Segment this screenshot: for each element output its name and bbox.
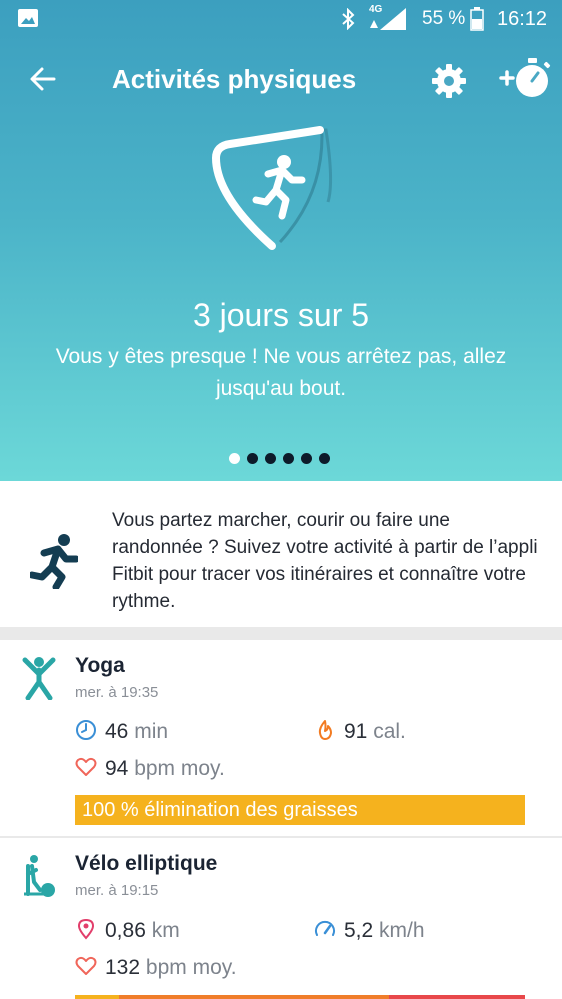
page-indicator — [229, 453, 330, 465]
activity-time: mer. à 19:35 — [75, 684, 159, 701]
calories-unit: cal. — [373, 720, 406, 743]
duration-value: 46 — [105, 720, 129, 743]
page-dot[interactable] — [301, 453, 312, 464]
location-pin-icon — [77, 918, 95, 940]
activity-card-elliptical[interactable]: Vélo elliptique mer. à 19:15 0,86 km 5,2… — [0, 838, 562, 999]
peak-zone-segment — [389, 995, 525, 999]
toolbar: Activités physiques — [0, 38, 562, 124]
running-person-icon — [30, 534, 78, 589]
distance-value: 0,86 — [105, 919, 146, 942]
heart-rate-value: 94 — [105, 757, 129, 780]
bluetooth-icon — [342, 8, 355, 30]
heart-rate-unit: bpm moy. — [145, 956, 237, 979]
heart-rate-unit: bpm moy. — [134, 757, 225, 780]
image-notification-icon — [18, 9, 38, 27]
heart-zone-bar — [75, 995, 525, 999]
duration-stat: 46 min — [75, 719, 168, 744]
cardio-zone-segment — [119, 995, 389, 999]
goal-message: Vous y êtes presque ! Ne vous arrêtez pa… — [55, 345, 507, 400]
page-title: Activités physiques — [112, 64, 357, 94]
activity-name: Yoga — [75, 654, 125, 677]
arrow-left-icon[interactable] — [26, 62, 60, 96]
heart-rate-stat: 94 bpm moy. — [75, 756, 225, 781]
heart-zone-bar: 100 % élimination des graisses — [75, 795, 525, 825]
distance-unit: km — [151, 919, 180, 942]
elliptical-icon — [24, 855, 55, 897]
status-time: 16:12 — [497, 8, 548, 30]
weekly-goal-badge — [212, 126, 333, 250]
add-stopwatch-icon[interactable] — [498, 56, 554, 100]
activity-card-yoga[interactable]: Yoga mer. à 19:35 46 min 91 cal. 94 bpm … — [0, 640, 562, 836]
page-dot[interactable] — [319, 453, 330, 464]
speed-unit: km/h — [379, 919, 425, 942]
signal-icon — [370, 8, 406, 30]
speedometer-icon — [315, 920, 335, 936]
yoga-person-icon — [22, 657, 56, 700]
fat-burn-zone-segment — [75, 995, 119, 999]
promo-text: Vous partez marcher, courir ou faire une… — [112, 510, 538, 612]
activity-name: Vélo elliptique — [75, 852, 218, 875]
calories-stat: 91 cal. — [314, 719, 406, 744]
gear-icon[interactable] — [430, 62, 468, 100]
clock-icon — [76, 720, 96, 740]
calories-value: 91 — [344, 720, 368, 743]
heart-rate-value: 132 — [105, 956, 141, 979]
distance-stat: 0,86 km — [75, 918, 180, 943]
duration-unit: min — [134, 720, 169, 743]
battery-percentage: 55 % — [422, 8, 466, 29]
hero-header: 4G 55 % 16:12 Activités physiques 3 jour… — [0, 0, 562, 481]
goal-progress-title: 3 jours sur 5 — [192, 297, 370, 333]
speed-value: 5,2 — [344, 919, 374, 942]
page-dot[interactable] — [229, 453, 240, 464]
heart-zone-label: 100 % élimination des graisses — [82, 799, 358, 821]
page-dot[interactable] — [265, 453, 276, 464]
track-activity-promo[interactable]: Vous partez marcher, courir ou faire une… — [0, 481, 562, 627]
speed-stat: 5,2 km/h — [314, 918, 425, 943]
flame-icon — [318, 720, 332, 740]
page-dot[interactable] — [283, 453, 294, 464]
page-dot[interactable] — [247, 453, 258, 464]
battery-icon — [470, 7, 484, 31]
status-bar: 4G 55 % 16:12 — [0, 0, 562, 38]
heart-rate-stat: 132 bpm moy. — [75, 955, 237, 980]
heart-icon — [75, 757, 97, 776]
activity-time: mer. à 19:15 — [75, 882, 159, 899]
heart-icon — [75, 956, 97, 975]
